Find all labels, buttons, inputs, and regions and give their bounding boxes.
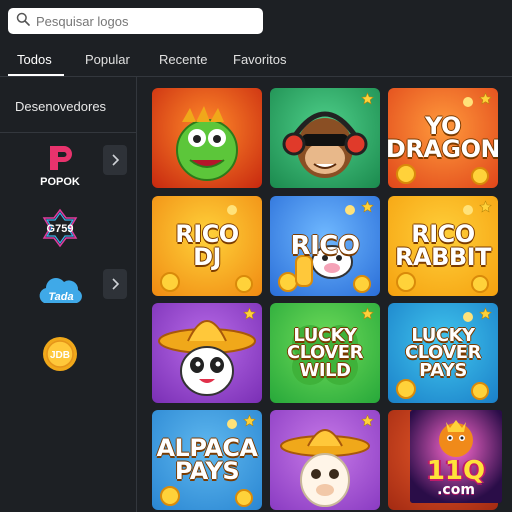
- favorite-star-icon[interactable]: [479, 307, 492, 320]
- game-title: RICO RABBIT: [395, 220, 491, 271]
- game-card[interactable]: YO DRAGON: [388, 88, 498, 188]
- game-card[interactable]: RICO DJ: [152, 196, 262, 296]
- provider-name: JDB: [50, 350, 70, 361]
- favorite-star-icon[interactable]: [361, 307, 374, 320]
- jdb-coin-logo-icon: JDB: [43, 337, 77, 371]
- game-card[interactable]: [270, 410, 380, 510]
- provider-name: G759: [47, 223, 74, 235]
- search-input[interactable]: [36, 13, 256, 29]
- provider-popok[interactable]: POPOK: [32, 140, 88, 190]
- active-tab-indicator: [8, 74, 64, 76]
- tab-favoritos[interactable]: Favoritos: [233, 52, 286, 67]
- green-dragon-icon: [176, 106, 238, 181]
- favorite-star-icon[interactable]: [479, 200, 492, 213]
- favorite-star-icon[interactable]: [243, 307, 256, 320]
- game-card[interactable]: LUCKY CLOVER PAYS: [388, 303, 498, 403]
- game-title: LUCKY CLOVER WILD: [287, 325, 363, 381]
- tab-popular[interactable]: Popular: [85, 52, 130, 67]
- game-title: ALPACA PAYS: [156, 434, 258, 485]
- provider-name: POPOK: [40, 176, 80, 188]
- chevron-right-icon: [112, 154, 120, 166]
- game-card[interactable]: [270, 88, 380, 188]
- favorite-star-icon[interactable]: [361, 92, 374, 105]
- brand-overlay: 11Q .com: [410, 410, 502, 503]
- game-card[interactable]: [152, 88, 262, 188]
- game-title: RICO DJ: [175, 220, 239, 271]
- chevron-right-icon: [112, 278, 120, 290]
- provider-jdb[interactable]: JDB: [32, 329, 88, 379]
- game-card[interactable]: RICO: [270, 196, 380, 296]
- tab-todos[interactable]: Todos: [17, 52, 52, 67]
- game-title: LUCKY CLOVER PAYS: [405, 325, 481, 381]
- brand-domain: .com: [437, 482, 475, 498]
- game-title: YO DRAGON: [388, 112, 498, 163]
- expand-arrow-button[interactable]: [103, 269, 127, 299]
- tada-cloud-logo-icon: Tada: [39, 278, 82, 303]
- favorite-star-icon[interactable]: [361, 200, 374, 213]
- category-tabs: Todos Popular Recente Favoritos: [0, 44, 512, 77]
- provider-tada[interactable]: Tada: [32, 267, 88, 317]
- tab-recente[interactable]: Recente: [159, 52, 207, 67]
- game-card[interactable]: [152, 303, 262, 403]
- divider: [0, 132, 137, 133]
- sidebar-title: Desenovedores: [15, 99, 107, 114]
- search-icon: [16, 12, 30, 31]
- provider-name: Tada: [48, 291, 73, 303]
- game-card[interactable]: ALPACA PAYS: [152, 410, 262, 510]
- g759-logo-icon: G759: [42, 208, 78, 248]
- game-card[interactable]: RICO RABBIT: [388, 196, 498, 296]
- favorite-star-icon[interactable]: [361, 414, 374, 427]
- game-card[interactable]: LUCKY CLOVER WILD: [270, 303, 380, 403]
- favorite-star-icon[interactable]: [243, 414, 256, 427]
- provider-g759[interactable]: G759: [32, 204, 88, 254]
- expand-arrow-button[interactable]: [103, 145, 127, 175]
- popok-logo-icon: POPOK: [40, 146, 80, 188]
- search-bar[interactable]: [8, 8, 263, 34]
- favorite-star-icon[interactable]: [479, 92, 492, 105]
- provider-sidebar: Desenovedores POPOK G759 Tada JDB: [0, 77, 137, 512]
- game-title: RICO: [290, 230, 360, 261]
